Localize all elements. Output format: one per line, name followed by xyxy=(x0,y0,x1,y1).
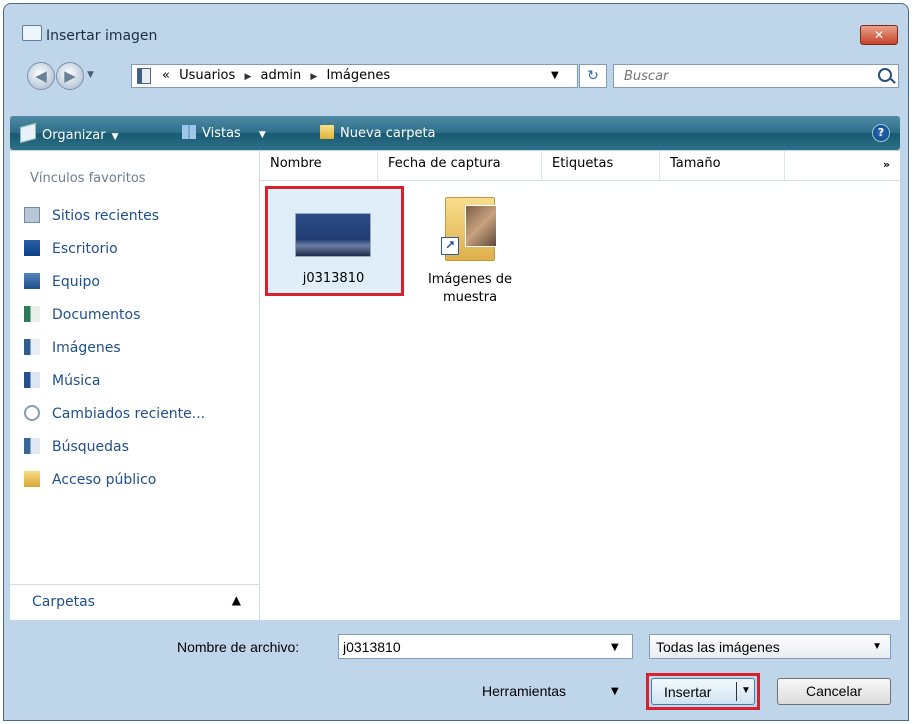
recently-changed-icon xyxy=(24,405,40,421)
back-button[interactable]: ◀ xyxy=(27,62,55,90)
column-tags[interactable]: Etiquetas xyxy=(542,151,660,180)
breadcrumb-separator-icon[interactable]: ▶ xyxy=(244,72,251,82)
filename-history-dropdown-icon[interactable]: ▼ xyxy=(611,642,619,653)
organize-icon xyxy=(20,122,36,144)
public-icon xyxy=(24,471,40,487)
nav-item-label: Música xyxy=(52,373,101,389)
column-size[interactable]: Tamaño xyxy=(660,151,785,180)
address-dropdown-icon[interactable]: ▼ xyxy=(551,70,559,81)
breadcrumb-admin[interactable]: admin xyxy=(261,68,302,83)
recent-pages-dropdown-icon[interactable]: ▼ xyxy=(87,70,94,80)
search-input[interactable] xyxy=(614,65,864,87)
breadcrumb: « Usuarios ▶ admin ▶ Imágenes xyxy=(162,68,395,83)
nav-item-recent-places[interactable]: Sitios recientes xyxy=(24,207,159,229)
nav-item-documents[interactable]: Documentos xyxy=(24,306,140,328)
forward-button[interactable]: ▶ xyxy=(56,62,84,90)
folder-name: Imágenes de muestra xyxy=(427,272,513,305)
picture-app-icon xyxy=(22,25,42,41)
music-icon xyxy=(24,372,40,388)
file-item-sample-pictures-folder[interactable]: ↗ Imágenes de muestra xyxy=(415,186,525,326)
breadcrumb-overflow[interactable]: « xyxy=(162,68,170,83)
search-icon[interactable] xyxy=(878,68,892,82)
computer-icon xyxy=(24,273,40,289)
column-header-row: Nombre Fecha de captura Etiquetas Tamaño… xyxy=(260,151,900,181)
file-type-select[interactable]: Todas las imágenes ▼ xyxy=(649,634,891,659)
organize-button[interactable]: Organizar ▼ xyxy=(20,122,119,144)
new-folder-label: Nueva carpeta xyxy=(340,126,436,141)
nav-item-computer[interactable]: Equipo xyxy=(24,273,100,295)
documents-icon xyxy=(24,306,40,322)
nav-item-label: Equipo xyxy=(52,274,100,290)
dialog-title: Insertar imagen xyxy=(46,28,158,44)
breadcrumb-usuarios[interactable]: Usuarios xyxy=(179,68,235,83)
desktop-icon xyxy=(24,240,40,256)
new-folder-button[interactable]: Nueva carpeta xyxy=(320,125,436,141)
shortcut-arrow-icon: ↗ xyxy=(441,237,459,255)
nav-item-searches[interactable]: Búsquedas xyxy=(24,438,129,460)
searches-icon xyxy=(24,438,40,454)
insert-highlight xyxy=(646,673,760,710)
chevron-down-icon: ▼ xyxy=(872,641,882,652)
help-icon[interactable]: ? xyxy=(872,124,890,142)
refresh-button[interactable]: ↻ xyxy=(579,64,607,88)
insert-picture-dialog: Insertar imagen ✕ ◀ ▶ ▼ « Usuarios ▶ adm… xyxy=(3,3,909,721)
tools-dropdown-icon[interactable]: ▼ xyxy=(611,686,619,697)
nav-item-label: Cambiados reciente... xyxy=(52,406,206,422)
nav-item-recently-changed[interactable]: Cambiados reciente... xyxy=(24,405,205,427)
column-name[interactable]: Nombre xyxy=(260,151,378,180)
column-date-taken[interactable]: Fecha de captura xyxy=(378,151,542,180)
nav-item-desktop[interactable]: Escritorio xyxy=(24,240,118,262)
search-box[interactable] xyxy=(613,64,899,88)
filename-input[interactable] xyxy=(338,634,633,659)
cancel-button[interactable]: Cancelar xyxy=(777,678,891,705)
views-button[interactable]: Vistas ▼ xyxy=(182,125,266,141)
nav-item-label: Acceso público xyxy=(52,472,157,488)
tools-button[interactable]: Herramientas xyxy=(482,683,566,699)
favorite-links-heading: Vínculos favoritos xyxy=(30,171,146,186)
organize-label: Organizar xyxy=(42,128,106,143)
folders-toggle[interactable]: Carpetas ▲ xyxy=(10,584,259,620)
nav-item-label: Imágenes xyxy=(52,340,121,356)
chevron-down-icon: ▼ xyxy=(258,130,266,140)
folders-label: Carpetas xyxy=(32,594,95,610)
nav-item-music[interactable]: Música xyxy=(24,372,100,394)
close-button[interactable]: ✕ xyxy=(860,25,898,45)
address-bar[interactable]: « Usuarios ▶ admin ▶ Imágenes ▼ xyxy=(131,64,578,88)
pictures-folder-icon xyxy=(137,68,151,84)
nav-item-label: Sitios recientes xyxy=(52,208,159,224)
chevron-up-icon[interactable]: ▲ xyxy=(232,593,241,607)
views-icon xyxy=(182,125,196,139)
command-toolbar: Organizar ▼ Vistas ▼ Nueva carpeta ? xyxy=(10,116,900,150)
file-type-value: Todas las imágenes xyxy=(656,639,780,655)
nav-item-pictures[interactable]: Imágenes xyxy=(24,339,121,361)
folder-preview-photo xyxy=(465,205,497,247)
new-folder-icon xyxy=(320,125,334,139)
recent-places-icon xyxy=(24,207,40,223)
pictures-icon xyxy=(24,339,40,355)
folder-thumbnail: ↗ xyxy=(441,189,499,261)
more-columns-icon[interactable]: » xyxy=(883,158,890,171)
nav-item-label: Documentos xyxy=(52,307,141,323)
breadcrumb-separator-icon[interactable]: ▶ xyxy=(310,72,317,82)
filename-label: Nombre de archivo: xyxy=(177,639,300,655)
selection-highlight xyxy=(265,186,404,296)
file-list: Nombre Fecha de captura Etiquetas Tamaño… xyxy=(260,151,900,620)
navigation-pane: Vínculos favoritos Sitios recientes Escr… xyxy=(10,151,260,620)
nav-item-public[interactable]: Acceso público xyxy=(24,471,156,493)
views-label: Vistas xyxy=(202,126,241,141)
nav-item-label: Búsquedas xyxy=(52,439,129,455)
breadcrumb-imagenes[interactable]: Imágenes xyxy=(326,68,390,83)
chevron-down-icon: ▼ xyxy=(111,132,119,142)
nav-item-label: Escritorio xyxy=(52,241,118,257)
